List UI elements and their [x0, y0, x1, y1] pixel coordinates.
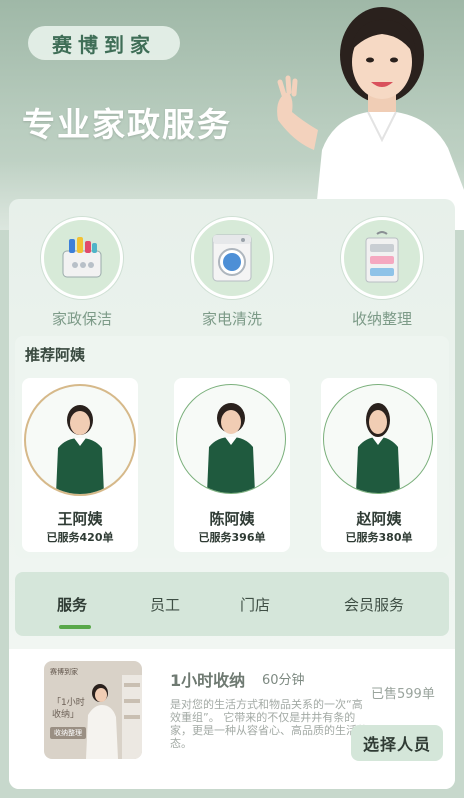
active-tab-indicator [59, 625, 91, 629]
thumb-title-line2: 收纳」 [52, 710, 80, 720]
service-organizing[interactable]: 收纳整理 [322, 217, 442, 329]
recommended-section: 推荐阿姨 王阿姨 已服务420单 陈阿姨 已服务396单 赵阿姨 已服务380单 [15, 336, 449, 558]
service-count: 已服务396单 [198, 531, 266, 544]
service-duration: 60分钟 [262, 673, 305, 688]
service-thumbnail: 赛博到家 「1小时 收纳」 收纳整理 [44, 661, 142, 759]
tab-service[interactable]: 服务 [57, 594, 87, 615]
service-list-item[interactable]: 赛博到家 「1小时 收纳」 收纳整理 1小时收纳 60分钟 已售599单 是对您… [9, 649, 455, 789]
tab-store[interactable]: 门店 [240, 594, 270, 615]
aunty-name: 赵阿姨 [356, 510, 402, 528]
avatar [176, 384, 286, 494]
service-count: 已服务420单 [46, 531, 114, 544]
sold-count: 已售599单 [371, 687, 435, 702]
aunty-name: 陈阿姨 [209, 510, 255, 528]
thumb-brand: 赛博到家 [50, 668, 78, 676]
service-label: 家电清洗 [201, 310, 262, 328]
section-title: 推荐阿姨 [25, 346, 86, 364]
washing-machine-icon [191, 217, 273, 299]
tab-bar: 服务 员工 门店 会员服务 [15, 572, 449, 636]
cleaning-basket-icon [41, 217, 123, 299]
hanging-organizer-icon [341, 217, 423, 299]
service-appliance-cleaning[interactable]: 家电清洗 [172, 217, 292, 329]
service-count: 已服务380单 [345, 531, 413, 544]
tab-staff[interactable]: 员工 [150, 594, 180, 615]
hero-banner: 赛博到家 专业家政服务 [0, 0, 464, 230]
tab-membership[interactable]: 会员服务 [344, 594, 404, 615]
avatar [323, 384, 433, 494]
service-cleaning[interactable]: 家政保洁 [22, 217, 142, 329]
avatar [24, 384, 136, 496]
service-label: 家政保洁 [51, 310, 112, 328]
main-card: 家政保洁 家电清洗 收纳整理 推荐阿姨 王阿姨 已服务420单 陈阿姨 已服务3… [9, 199, 455, 789]
service-categories: 家政保洁 家电清洗 收纳整理 [9, 199, 455, 339]
brand-logo-pill: 赛博到家 [28, 26, 180, 60]
service-label: 收纳整理 [351, 310, 412, 328]
service-title: 1小时收纳 [170, 671, 246, 690]
service-description: 是对您的生活方式和物品关系的一次“高效重组”。 它带来的不仅是井井有条的家，更是… [170, 698, 368, 750]
hero-title: 专业家政服务 [22, 105, 232, 144]
aunty-card-chen[interactable]: 陈阿姨 已服务396单 [174, 378, 290, 552]
thumb-worker-image [86, 675, 142, 759]
select-staff-button[interactable]: 选择人员 [351, 725, 443, 761]
aunty-card-wang[interactable]: 王阿姨 已服务420单 [22, 378, 138, 552]
aunty-name: 王阿姨 [57, 510, 103, 528]
hero-model-image [277, 7, 464, 230]
thumb-tag: 收纳整理 [50, 727, 86, 739]
aunty-card-zhao[interactable]: 赵阿姨 已服务380单 [321, 378, 437, 552]
